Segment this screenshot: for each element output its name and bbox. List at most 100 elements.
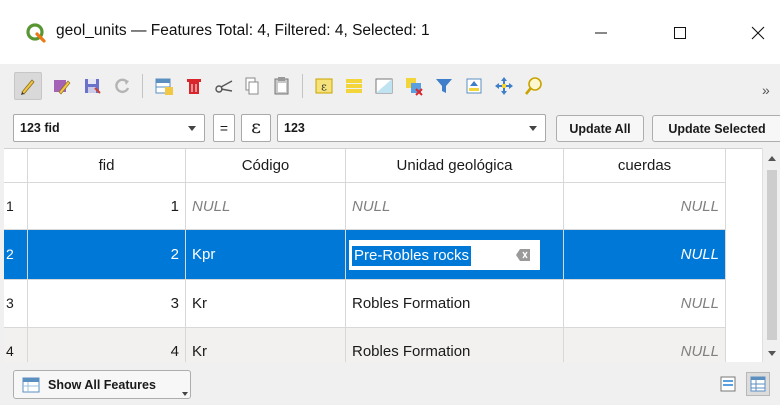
row-header[interactable]: 1 bbox=[4, 183, 28, 230]
delete-selected-icon bbox=[187, 79, 201, 94]
delete-selected-button[interactable] bbox=[180, 72, 208, 100]
reload-table-icon bbox=[115, 78, 130, 94]
cell-fid[interactable]: 4 bbox=[28, 328, 186, 362]
reload-table-button[interactable] bbox=[108, 72, 136, 100]
cell-fid[interactable]: 1 bbox=[28, 183, 186, 230]
copy-icon bbox=[245, 77, 259, 95]
show-all-features-button[interactable]: Show All Features bbox=[13, 370, 191, 399]
deselect-all-icon bbox=[406, 78, 423, 96]
svg-text:ε: ε bbox=[321, 81, 327, 94]
cell-unidad[interactable]: NULL bbox=[346, 183, 564, 230]
select-by-expression-button[interactable]: ε bbox=[310, 72, 338, 100]
cell-cuerdas[interactable]: NULL bbox=[564, 183, 726, 230]
maximize-button[interactable] bbox=[657, 14, 703, 52]
toolbar: ε » bbox=[0, 64, 780, 108]
expression-input-value: 123 bbox=[284, 121, 305, 135]
toggle-multi-edit-button[interactable] bbox=[48, 72, 76, 100]
toggle-editing-button[interactable] bbox=[14, 72, 42, 100]
row-header[interactable]: 4 bbox=[4, 328, 28, 362]
update-selected-button[interactable]: Update Selected bbox=[652, 115, 780, 142]
close-icon bbox=[751, 26, 765, 40]
expression-input[interactable]: 123 bbox=[277, 114, 546, 142]
close-button[interactable] bbox=[735, 14, 780, 52]
field-combo[interactable]: 123 fid bbox=[13, 114, 205, 142]
select-by-expression-icon: ε bbox=[315, 78, 333, 94]
chevron-down-icon bbox=[529, 126, 537, 131]
cell-codigo[interactable]: NULL bbox=[186, 183, 346, 230]
scroll-down-icon[interactable] bbox=[768, 351, 776, 356]
toolbar-overflow-button[interactable]: » bbox=[762, 82, 770, 98]
save-edits-icon bbox=[85, 79, 101, 94]
attribute-table: fid Código Unidad geológica cuerdas 1 1 … bbox=[4, 148, 780, 362]
select-all-button[interactable] bbox=[340, 72, 368, 100]
invert-selection-icon bbox=[375, 78, 393, 94]
attribute-table-window: geol_units — Features Total: 4, Filtered… bbox=[0, 0, 780, 405]
cell-codigo[interactable]: Kr bbox=[186, 328, 346, 362]
equals-label: = bbox=[213, 114, 235, 142]
chevron-down-icon bbox=[188, 126, 196, 131]
form-view-icon bbox=[720, 376, 736, 392]
move-selection-top-icon bbox=[466, 78, 482, 94]
zoom-to-selected-icon bbox=[524, 77, 542, 95]
cell-editor-input[interactable]: Pre-Robles rocks bbox=[348, 239, 541, 271]
update-all-button[interactable]: Update All bbox=[556, 115, 644, 142]
pan-to-selected-button[interactable] bbox=[490, 72, 518, 100]
minimize-button[interactable] bbox=[578, 14, 624, 52]
table-filter-icon bbox=[22, 377, 40, 393]
add-feature-button[interactable] bbox=[150, 72, 178, 100]
cell-unidad[interactable]: Robles Formation bbox=[346, 328, 564, 362]
scroll-up-icon[interactable] bbox=[768, 156, 776, 161]
invert-selection-button[interactable] bbox=[370, 72, 398, 100]
toggle-multi-edit-icon bbox=[54, 80, 71, 95]
bottom-bar: Show All Features bbox=[0, 362, 780, 405]
pan-to-selected-icon bbox=[495, 77, 513, 95]
maximize-icon bbox=[674, 27, 686, 39]
copy-button[interactable] bbox=[238, 72, 266, 100]
cell-editor-selected-text: Pre-Robles rocks bbox=[352, 246, 472, 266]
toolbar-separator bbox=[302, 74, 303, 98]
title-bar: geol_units — Features Total: 4, Filtered… bbox=[0, 0, 780, 64]
paste-icon bbox=[274, 77, 289, 95]
save-edits-button[interactable] bbox=[78, 72, 106, 100]
paste-button[interactable] bbox=[268, 72, 296, 100]
show-all-features-label: Show All Features bbox=[48, 378, 156, 392]
cell-unidad[interactable]: Robles Formation bbox=[346, 280, 564, 328]
cut-button[interactable] bbox=[210, 72, 238, 100]
cell-fid[interactable]: 3 bbox=[28, 280, 186, 328]
column-header-cuerdas[interactable]: cuerdas bbox=[564, 149, 726, 183]
table-view-icon bbox=[750, 376, 766, 392]
cell-cuerdas[interactable]: NULL bbox=[564, 230, 726, 280]
chevron-down-icon bbox=[182, 392, 188, 396]
form-view-button[interactable] bbox=[716, 372, 740, 396]
column-header-unidad[interactable]: Unidad geológica bbox=[346, 149, 564, 183]
window-title: geol_units — Features Total: 4, Filtered… bbox=[56, 22, 430, 39]
header-corner[interactable] bbox=[4, 149, 28, 183]
cell-cuerdas[interactable]: NULL bbox=[564, 328, 726, 362]
qgis-logo-icon bbox=[26, 23, 46, 43]
cell-fid[interactable]: 2 bbox=[28, 230, 186, 280]
cell-codigo[interactable]: Kr bbox=[186, 280, 346, 328]
toolbar-separator bbox=[142, 74, 143, 98]
row-header[interactable]: 2 bbox=[4, 230, 28, 280]
scrollbar-thumb[interactable] bbox=[767, 170, 777, 340]
deselect-all-button[interactable] bbox=[400, 72, 428, 100]
expression-builder-button[interactable]: ε bbox=[241, 114, 271, 142]
field-calculator-bar: 123 fid = ε 123 Update All Update Select… bbox=[0, 108, 780, 148]
move-selection-top-button[interactable] bbox=[460, 72, 488, 100]
toggle-editing-icon bbox=[21, 79, 35, 95]
column-header-codigo[interactable]: Código bbox=[186, 149, 346, 183]
clear-text-icon[interactable] bbox=[516, 249, 530, 261]
filter-select-icon bbox=[436, 79, 452, 93]
minimize-icon bbox=[595, 32, 607, 34]
vertical-scrollbar[interactable] bbox=[762, 148, 780, 362]
cell-codigo[interactable]: Kpr bbox=[186, 230, 346, 280]
row-header[interactable]: 3 bbox=[4, 280, 28, 328]
table-view-button[interactable] bbox=[746, 372, 770, 396]
column-header-fid[interactable]: fid bbox=[28, 149, 186, 183]
add-feature-icon bbox=[155, 78, 173, 95]
field-combo-value: 123 fid bbox=[20, 121, 60, 135]
filter-select-button[interactable] bbox=[430, 72, 458, 100]
zoom-to-selected-button[interactable] bbox=[520, 72, 548, 100]
select-all-icon bbox=[346, 79, 362, 93]
cell-cuerdas[interactable]: NULL bbox=[564, 280, 726, 328]
